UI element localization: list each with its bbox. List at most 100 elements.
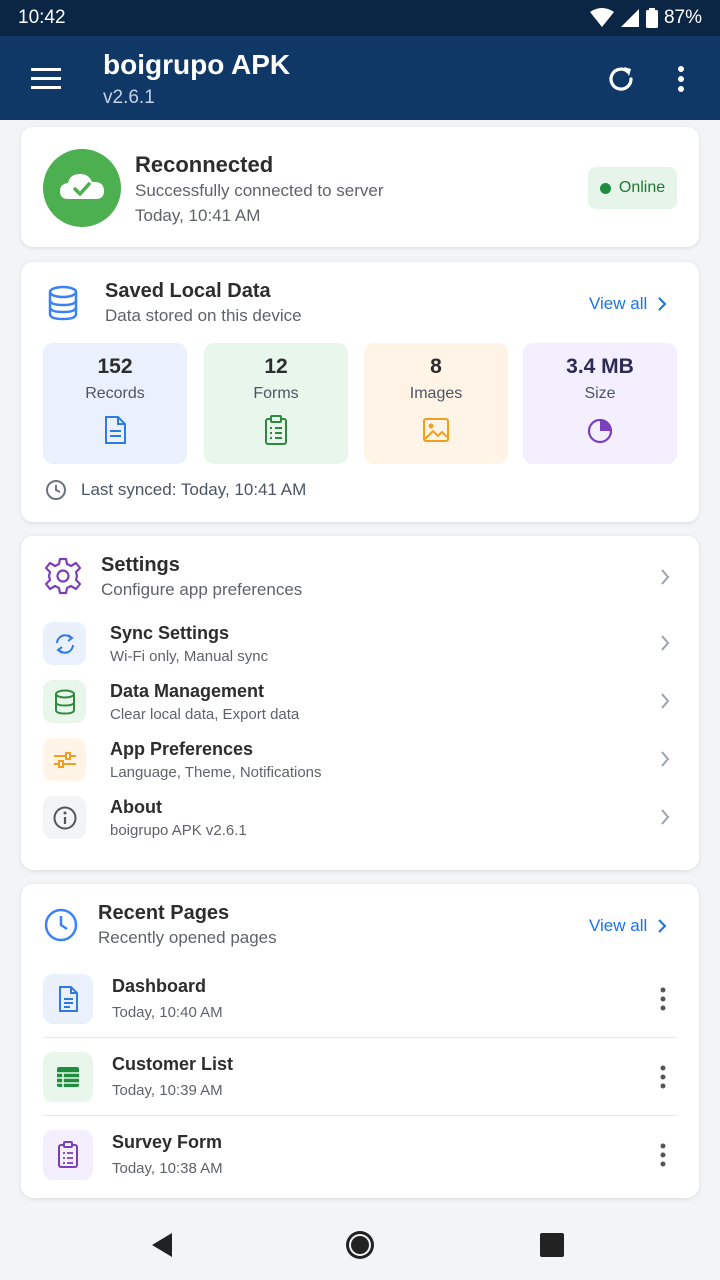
settings-item-title: Sync Settings bbox=[110, 623, 230, 643]
images-tile[interactable]: 8 Images bbox=[364, 343, 508, 464]
recent-item-survey-form[interactable]: Survey Form Today, 10:38 AM bbox=[21, 1126, 699, 1192]
recent-item-title: Customer List bbox=[112, 1054, 234, 1074]
clipboard-icon bbox=[265, 415, 287, 445]
records-count: 152 bbox=[97, 355, 133, 378]
recent-view-all-button[interactable]: View all bbox=[589, 916, 667, 936]
chevron-right-icon bbox=[661, 809, 670, 825]
more-vertical-icon[interactable] bbox=[666, 61, 696, 97]
connection-subtitle: Successfully connected to server bbox=[135, 181, 384, 200]
clock-icon bbox=[44, 908, 78, 942]
gear-icon bbox=[44, 557, 82, 595]
chevron-right-icon bbox=[661, 569, 670, 585]
chevron-right-icon bbox=[658, 297, 667, 311]
pie-chart-icon bbox=[587, 418, 613, 444]
settings-subtitle: Configure app preferences bbox=[101, 580, 303, 599]
settings-card: Settings Configure app preferences Sync … bbox=[21, 536, 699, 870]
menu-icon[interactable] bbox=[28, 60, 64, 96]
forms-count: 12 bbox=[264, 355, 288, 378]
recent-item-time: Today, 10:39 AM bbox=[112, 1082, 223, 1099]
status-bar: 10:42 87% bbox=[0, 0, 720, 36]
sync-icon bbox=[43, 622, 86, 665]
size-tile[interactable]: 3.4 MB Size bbox=[523, 343, 677, 464]
settings-item-subtitle: Wi-Fi only, Manual sync bbox=[110, 648, 269, 665]
connection-title: Reconnected bbox=[135, 152, 274, 177]
settings-item-subtitle: Language, Theme, Notifications bbox=[110, 764, 322, 781]
document-icon bbox=[105, 416, 126, 444]
recent-item-customer-list[interactable]: Customer List Today, 10:39 AM bbox=[21, 1048, 699, 1114]
signal-icon bbox=[620, 9, 639, 27]
status-time: 10:42 bbox=[18, 7, 66, 28]
recents-icon[interactable] bbox=[535, 1228, 569, 1262]
images-count: 8 bbox=[430, 355, 442, 378]
size-value: 3.4 MB bbox=[566, 355, 634, 378]
last-synced-label: Last synced: Today, 10:41 AM bbox=[81, 480, 307, 499]
more-vertical-icon[interactable] bbox=[655, 1141, 671, 1169]
records-label: Records bbox=[85, 385, 145, 402]
saved-local-data-card: Saved Local Data Data stored on this dev… bbox=[21, 262, 699, 522]
status-badge: Online bbox=[588, 167, 677, 209]
saved-data-subtitle: Data stored on this device bbox=[105, 306, 302, 325]
settings-title: Settings bbox=[101, 554, 180, 576]
system-nav-bar bbox=[0, 1208, 720, 1280]
last-synced: Last synced: Today, 10:41 AM bbox=[45, 479, 306, 501]
size-label: Size bbox=[584, 385, 616, 402]
home-icon[interactable] bbox=[343, 1228, 377, 1262]
divider bbox=[43, 1115, 677, 1116]
settings-item-data-management[interactable]: Data Management Clear local data, Export… bbox=[21, 674, 699, 728]
chevron-right-icon bbox=[661, 635, 670, 651]
recent-pages-card: Recent Pages Recently opened pages View … bbox=[21, 884, 699, 1198]
chevron-right-icon bbox=[661, 693, 670, 709]
document-icon bbox=[43, 974, 93, 1024]
recent-item-title: Survey Form bbox=[112, 1132, 223, 1152]
recent-item-title: Dashboard bbox=[112, 976, 207, 996]
refresh-icon[interactable] bbox=[603, 61, 639, 97]
records-tile[interactable]: 152 Records bbox=[43, 343, 187, 464]
recent-pages-subtitle: Recently opened pages bbox=[98, 928, 277, 947]
settings-item-app-preferences[interactable]: App Preferences Language, Theme, Notific… bbox=[21, 732, 699, 786]
connection-time: Today, 10:41 AM bbox=[135, 206, 261, 225]
battery-icon bbox=[645, 8, 658, 28]
settings-item-sync[interactable]: Sync Settings Wi-Fi only, Manual sync bbox=[21, 616, 699, 670]
settings-item-subtitle: Clear local data, Export data bbox=[110, 706, 300, 723]
app-version: v2.6.1 bbox=[103, 87, 155, 108]
clock-icon bbox=[46, 480, 66, 500]
settings-item-title: App Preferences bbox=[110, 739, 254, 759]
wifi-icon bbox=[589, 8, 614, 27]
settings-item-title: Data Management bbox=[110, 681, 265, 701]
images-label: Images bbox=[409, 385, 463, 402]
sliders-icon bbox=[43, 738, 86, 781]
chevron-right-icon bbox=[658, 919, 667, 933]
status-icons: 87% bbox=[589, 7, 702, 29]
status-badge-label: Online bbox=[618, 179, 666, 196]
back-icon[interactable] bbox=[146, 1228, 180, 1262]
recent-item-time: Today, 10:40 AM bbox=[112, 1004, 223, 1021]
cloud-check-icon bbox=[43, 149, 121, 227]
image-icon bbox=[423, 418, 449, 442]
view-all-label: View all bbox=[589, 294, 648, 313]
clipboard-icon bbox=[43, 1130, 93, 1180]
table-icon bbox=[43, 1052, 93, 1102]
settings-item-about[interactable]: About boigrupo APK v2.6.1 bbox=[21, 790, 699, 844]
battery-level: 87% bbox=[663, 7, 702, 28]
view-all-label: View all bbox=[589, 916, 648, 935]
more-vertical-icon[interactable] bbox=[655, 985, 671, 1013]
divider bbox=[43, 1037, 677, 1038]
database-icon bbox=[43, 680, 86, 723]
more-vertical-icon[interactable] bbox=[655, 1063, 671, 1091]
recent-pages-title: Recent Pages bbox=[98, 902, 230, 924]
app-bar: boigrupo APK v2.6.1 bbox=[0, 36, 720, 120]
chevron-right-icon bbox=[661, 751, 670, 767]
forms-tile[interactable]: 12 Forms bbox=[204, 343, 348, 464]
recent-item-time: Today, 10:38 AM bbox=[112, 1160, 223, 1177]
saved-data-title: Saved Local Data bbox=[105, 280, 271, 302]
settings-item-subtitle: boigrupo APK v2.6.1 bbox=[110, 822, 247, 839]
settings-header[interactable]: Settings Configure app preferences bbox=[21, 536, 699, 611]
info-icon bbox=[43, 796, 86, 839]
connection-status-card: Reconnected Successfully connected to se… bbox=[21, 127, 699, 247]
online-dot-icon bbox=[599, 182, 611, 194]
app-title: boigrupo APK bbox=[103, 49, 291, 80]
saved-data-view-all-button[interactable]: View all bbox=[589, 294, 667, 314]
settings-item-title: About bbox=[110, 797, 162, 817]
recent-item-dashboard[interactable]: Dashboard Today, 10:40 AM bbox=[21, 970, 699, 1036]
forms-label: Forms bbox=[253, 385, 299, 402]
